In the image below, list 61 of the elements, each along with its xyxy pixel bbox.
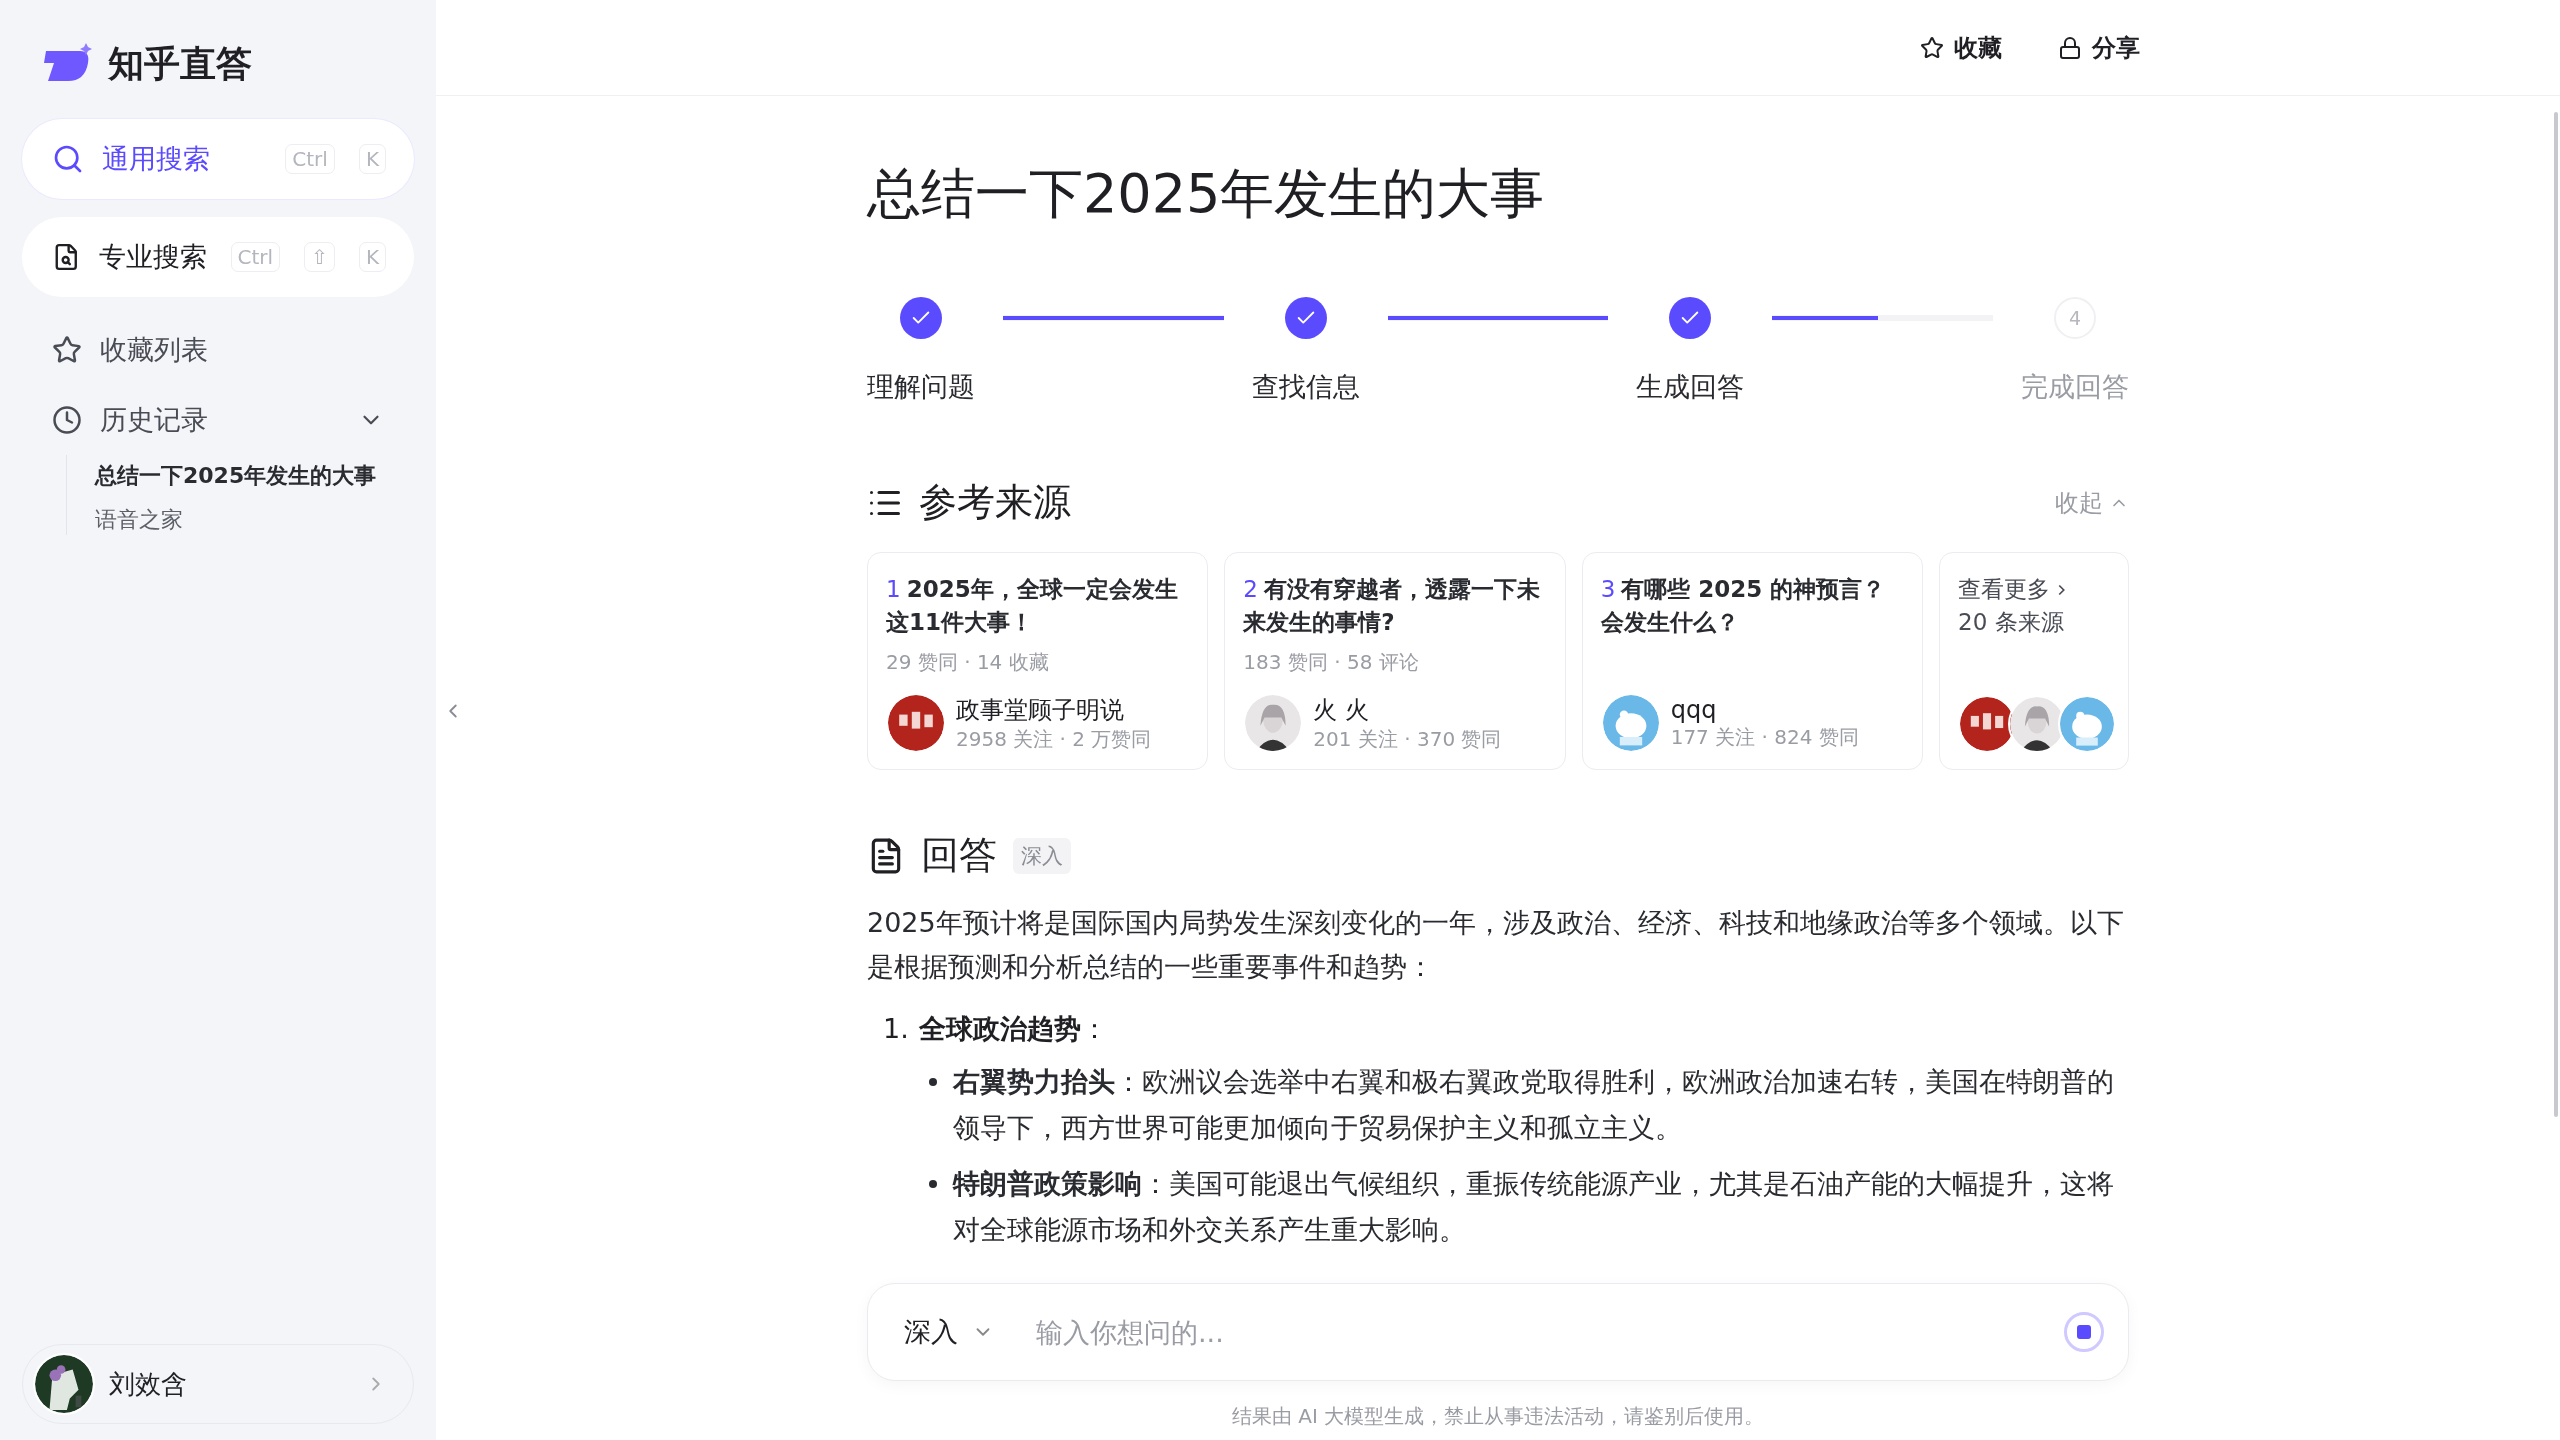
more-sources-card[interactable]: 查看更多 20 条来源 xyxy=(1939,552,2129,770)
shortcut-key: K xyxy=(358,144,386,174)
bullet-icon xyxy=(929,1078,937,1086)
page-title: 总结一下2025年发生的大事 xyxy=(867,161,1546,227)
sidebar-item-label: 历史记录 xyxy=(100,403,209,437)
header-action-button[interactable]: 收藏 xyxy=(1920,31,2002,64)
step-label: 查找信息 xyxy=(1251,370,1360,404)
author-stats: 177 关注 · 824 赞同 xyxy=(1670,723,1859,751)
source-card[interactable]: 3 有哪些 2025 的神预言？会发生什么？ qqq 177 关注 · 824 赞同 xyxy=(1581,552,1923,770)
source-stats: 29 赞同 · 14 收藏 xyxy=(886,649,1050,676)
mode-tag: 深入 xyxy=(1013,837,1071,874)
star-icon xyxy=(52,335,82,365)
shortcut-key: Ctrl xyxy=(285,144,335,174)
list-number: 1. xyxy=(883,1012,909,1046)
list-heading: 全球政治趋势： xyxy=(918,1012,1108,1046)
shortcut-key: K xyxy=(358,242,386,272)
disclaimer-text: 结果由 AI 大模型生成，禁止从事违法活动，请鉴别后使用。 xyxy=(1231,1403,1765,1430)
source-card[interactable]: 1 2025年，全球一定会发生这11件大事！ 29 赞同 · 14 收藏 政事堂顾子明说 2958 关注 · 2 万赞同 xyxy=(867,552,1209,770)
scrollbar[interactable] xyxy=(2554,112,2558,1117)
section-title: 回答 xyxy=(921,832,997,879)
author-stats: 201 关注 · 370 赞同 xyxy=(1313,725,1502,753)
author-name: qqq xyxy=(1670,695,1718,724)
source-card[interactable]: 2 有没有穿越者，透露一下未来发生的事情? 183 赞同 · 58 评论 火 火 201 关注 · 370 赞同 xyxy=(1224,552,1566,770)
source-title: 1 2025年，全球一定会发生这11件大事！ xyxy=(886,575,1179,637)
header-action-button[interactable]: 分享 xyxy=(2058,31,2140,64)
history-item[interactable]: 语音之家 xyxy=(95,505,414,535)
step-label: 生成回答 xyxy=(1636,370,1745,404)
author-name: 火 火 xyxy=(1313,694,1370,726)
chat-input-box[interactable]: 深入 输入你想问的... xyxy=(867,1283,2129,1381)
more-sources-label: 查看更多 xyxy=(1958,573,2110,606)
stop-button[interactable] xyxy=(2064,1312,2104,1352)
history-item[interactable]: 总结一下2025年发生的大事 xyxy=(95,461,414,491)
bullet-text: 特朗普政策影响：美国可能退出气候组织，重振传统能源产业，尤其是石油产能的大幅提升，这将对全球能源市场和外交关系产生重大影响。 xyxy=(953,1167,2115,1247)
author-stats: 2958 关注 · 2 万赞同 xyxy=(956,725,1152,753)
answer-paragraph: 2025年预计将是国际国内局势发生深刻变化的一年，涉及政治、经济、科技和地缘政治等多个领域。以下是根据预测和分析总结的一些重要事件和趋势： xyxy=(867,906,2125,984)
source-count: 20 条来源 xyxy=(1958,608,2065,637)
source-title: 2 有没有穿越者，透露一下未来发生的事情? xyxy=(1243,575,1541,637)
sidebar-item[interactable]: 历史记录 xyxy=(22,385,414,455)
step-label: 理解问题 xyxy=(867,370,975,404)
shortcut-key: ⇧ xyxy=(304,242,335,272)
sidebar-item-label: 收藏列表 xyxy=(100,333,209,367)
source-stats: 183 赞同 · 58 评论 xyxy=(1243,649,1420,676)
mode-dropdown[interactable]: 深入 xyxy=(904,1314,994,1350)
search-mode-button[interactable]: 通用搜索 Ctrl K xyxy=(22,119,414,199)
user-name: 刘效含 xyxy=(109,1367,188,1401)
clock-icon xyxy=(52,405,82,435)
bullet-text: 右翼势力抬头：欧洲议会选举中右翼和极右翼政党取得胜利，欧洲政治加速右转，美国在特朗普的领导下，西方世界可能更加倾向于贸易保护主义和孤立主义。 xyxy=(953,1065,2115,1145)
sidebar-item[interactable]: 收藏列表 xyxy=(22,315,414,385)
bullet-icon xyxy=(929,1180,937,1188)
source-title: 3 有哪些 2025 的神预言？会发生什么？ xyxy=(1600,575,1887,637)
chevron-right-icon xyxy=(2057,583,2067,597)
star-icon xyxy=(1920,35,1944,60)
search-mode-button[interactable]: 专业搜索 Ctrl ⇧ K xyxy=(22,217,414,297)
search-icon xyxy=(52,143,84,175)
logo-text: 知乎直答 xyxy=(108,42,252,86)
lock-icon xyxy=(2058,35,2082,60)
author-name: 政事堂顾子明说 xyxy=(956,694,1125,726)
step-indicator: 4 xyxy=(2054,297,2096,339)
section-title: 参考来源 xyxy=(919,479,1072,526)
shortcut-key: Ctrl xyxy=(230,242,281,272)
step-label: 完成回答 xyxy=(2021,370,2129,404)
